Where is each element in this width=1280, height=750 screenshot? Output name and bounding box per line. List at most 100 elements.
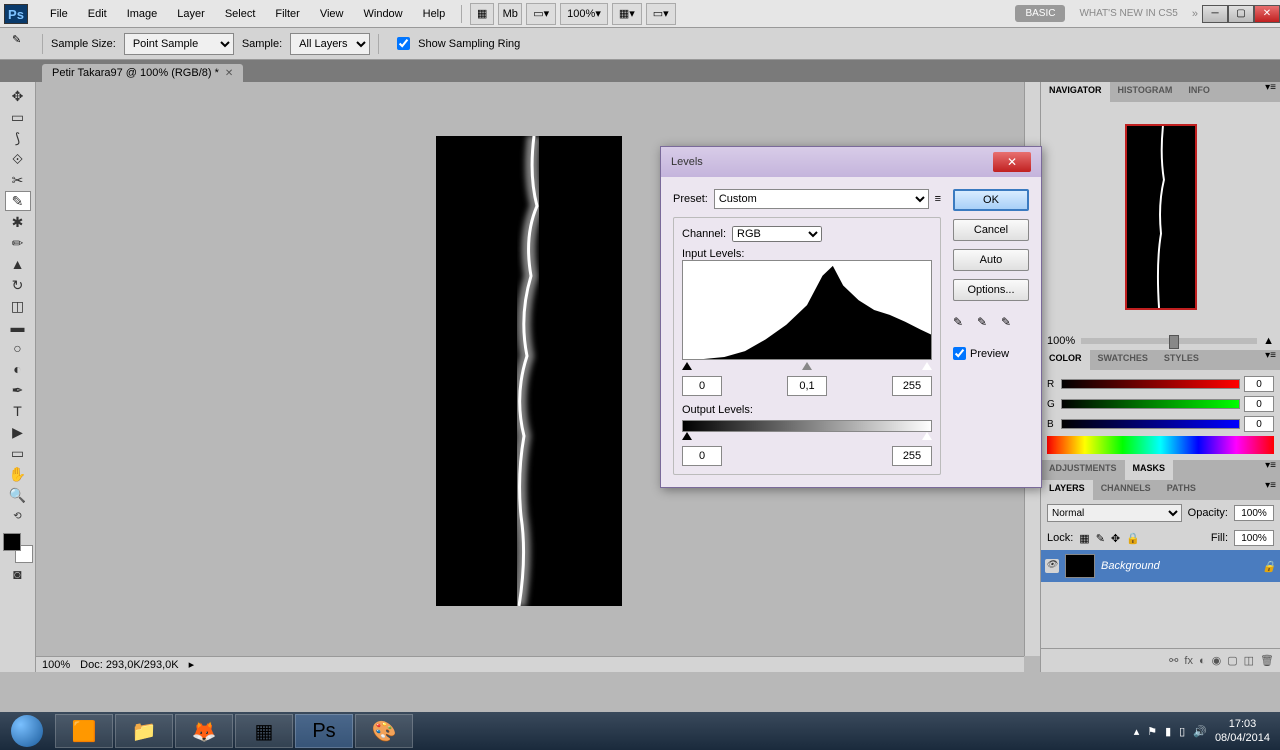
- whats-new-link[interactable]: WHAT'S NEW IN CS5: [1079, 8, 1177, 19]
- clock[interactable]: 17:03 08/04/2014: [1215, 717, 1270, 746]
- menu-window[interactable]: Window: [354, 8, 413, 20]
- tab-layers[interactable]: LAYERS: [1041, 480, 1093, 500]
- start-button[interactable]: [0, 712, 54, 750]
- b-input[interactable]: [1244, 416, 1274, 432]
- options-button[interactable]: Options...: [953, 279, 1029, 301]
- tab-styles[interactable]: STYLES: [1156, 350, 1207, 370]
- blend-mode-select[interactable]: Normal: [1047, 504, 1182, 522]
- doc-size[interactable]: Doc: 293,0K/293,0K: [80, 659, 178, 671]
- minimize-button[interactable]: ─: [1202, 5, 1228, 23]
- tray-flag-icon[interactable]: ⚑: [1147, 725, 1157, 738]
- status-arrow-icon[interactable]: ▸: [189, 658, 195, 671]
- healing-tool[interactable]: ✱: [5, 212, 31, 232]
- marquee-tool[interactable]: ▭: [5, 107, 31, 127]
- launch-bridge-icon[interactable]: ▦: [470, 3, 494, 25]
- quick-select-tool[interactable]: ⟐: [5, 149, 31, 169]
- navigator-thumbnail[interactable]: [1125, 124, 1197, 310]
- tab-navigator[interactable]: NAVIGATOR: [1041, 82, 1110, 102]
- r-slider[interactable]: [1061, 379, 1240, 389]
- tray-network-icon[interactable]: ▯: [1179, 725, 1185, 738]
- eraser-tool[interactable]: ◫: [5, 296, 31, 316]
- panel-menu-icon[interactable]: ▾≡: [1261, 480, 1280, 500]
- tab-adjustments[interactable]: ADJUSTMENTS: [1041, 460, 1125, 480]
- crop-tool[interactable]: ✂: [5, 170, 31, 190]
- dialog-titlebar[interactable]: Levels ✕: [661, 147, 1041, 177]
- zoom-dropdown[interactable]: 100% ▾: [560, 3, 608, 25]
- g-slider[interactable]: [1061, 399, 1240, 409]
- link-layers-icon[interactable]: ⚯: [1169, 654, 1178, 667]
- color-picker[interactable]: [3, 533, 33, 563]
- lock-transparent-icon[interactable]: ▦: [1079, 532, 1089, 545]
- zoom-level[interactable]: 100%: [42, 659, 70, 671]
- menu-view[interactable]: View: [310, 8, 354, 20]
- stamp-tool[interactable]: ▲: [5, 254, 31, 274]
- r-input[interactable]: [1244, 376, 1274, 392]
- menu-file[interactable]: File: [40, 8, 78, 20]
- lock-pixels-icon[interactable]: ✎: [1096, 532, 1105, 545]
- new-layer-icon[interactable]: ◫: [1244, 654, 1254, 667]
- delete-icon[interactable]: 🗑: [1260, 654, 1274, 667]
- gradient-tool[interactable]: ▬: [5, 317, 31, 337]
- tray-arrow-icon[interactable]: ▴: [1134, 725, 1140, 738]
- input-white[interactable]: [892, 376, 932, 396]
- task-paint[interactable]: 🎨: [355, 714, 413, 748]
- move-tool[interactable]: ✥: [5, 86, 31, 106]
- menu-help[interactable]: Help: [413, 8, 456, 20]
- opacity-input[interactable]: [1234, 505, 1274, 521]
- input-black[interactable]: [682, 376, 722, 396]
- tray-battery-icon[interactable]: ▮: [1165, 725, 1171, 738]
- black-point-eyedropper-icon[interactable]: ✎: [953, 315, 971, 333]
- brush-tool[interactable]: ✏: [5, 233, 31, 253]
- tab-channels[interactable]: CHANNELS: [1093, 480, 1159, 500]
- dodge-tool[interactable]: ◐: [5, 359, 31, 379]
- b-slider[interactable]: [1061, 419, 1240, 429]
- type-tool[interactable]: T: [5, 401, 31, 421]
- tab-info[interactable]: INFO: [1180, 82, 1218, 102]
- tab-histogram[interactable]: HISTOGRAM: [1110, 82, 1181, 102]
- g-input[interactable]: [1244, 396, 1274, 412]
- tab-color[interactable]: COLOR: [1041, 350, 1090, 370]
- output-black[interactable]: [682, 446, 722, 466]
- show-ring-checkbox[interactable]: [397, 37, 410, 50]
- arrange-dropdown[interactable]: ▦▾: [612, 3, 642, 25]
- dialog-close-button[interactable]: ✕: [993, 152, 1031, 172]
- input-gamma[interactable]: [787, 376, 827, 396]
- tab-paths[interactable]: PATHS: [1159, 480, 1204, 500]
- output-white[interactable]: [892, 446, 932, 466]
- preset-select[interactable]: Custom: [714, 189, 929, 209]
- quick-mask-icon[interactable]: ◙: [5, 564, 31, 584]
- view-extras-dropdown[interactable]: ▭▾: [526, 3, 556, 25]
- fill-input[interactable]: [1234, 530, 1274, 546]
- spectrum-bar[interactable]: [1047, 436, 1274, 454]
- preset-menu-icon[interactable]: ≡: [935, 193, 941, 205]
- visibility-icon[interactable]: [1045, 559, 1059, 573]
- ok-button[interactable]: OK: [953, 189, 1029, 211]
- eyedropper-tool[interactable]: ✎: [5, 191, 31, 211]
- zoom-tool[interactable]: 🔍: [5, 485, 31, 505]
- tab-swatches[interactable]: SWATCHES: [1090, 350, 1156, 370]
- close-tab-icon[interactable]: ✕: [225, 68, 233, 79]
- preview-checkbox[interactable]: [953, 347, 966, 360]
- group-icon[interactable]: ▢: [1227, 654, 1237, 667]
- layer-thumbnail[interactable]: [1065, 554, 1095, 578]
- task-app[interactable]: ▦: [235, 714, 293, 748]
- cancel-button[interactable]: Cancel: [953, 219, 1029, 241]
- menu-layer[interactable]: Layer: [167, 8, 215, 20]
- lock-all-icon[interactable]: 🔒: [1126, 532, 1140, 545]
- tray-volume-icon[interactable]: 🔊: [1193, 725, 1207, 738]
- close-button[interactable]: ✕: [1254, 5, 1280, 23]
- menu-edit[interactable]: Edit: [78, 8, 117, 20]
- task-photoshop[interactable]: Ps: [295, 714, 353, 748]
- sample-select[interactable]: All Layers: [290, 33, 370, 55]
- hand-tool[interactable]: ✋: [5, 464, 31, 484]
- gray-point-eyedropper-icon[interactable]: ✎: [977, 315, 995, 333]
- menu-select[interactable]: Select: [215, 8, 266, 20]
- path-select-tool[interactable]: ▶: [5, 422, 31, 442]
- adjustment-icon[interactable]: ◉: [1212, 654, 1222, 667]
- panel-menu-icon[interactable]: ▾≡: [1261, 82, 1280, 102]
- menu-image[interactable]: Image: [117, 8, 168, 20]
- lasso-tool[interactable]: ⟆: [5, 128, 31, 148]
- fx-icon[interactable]: fx: [1184, 655, 1193, 667]
- task-mediaplayer[interactable]: 🟧: [55, 714, 113, 748]
- maximize-button[interactable]: ▢: [1228, 5, 1254, 23]
